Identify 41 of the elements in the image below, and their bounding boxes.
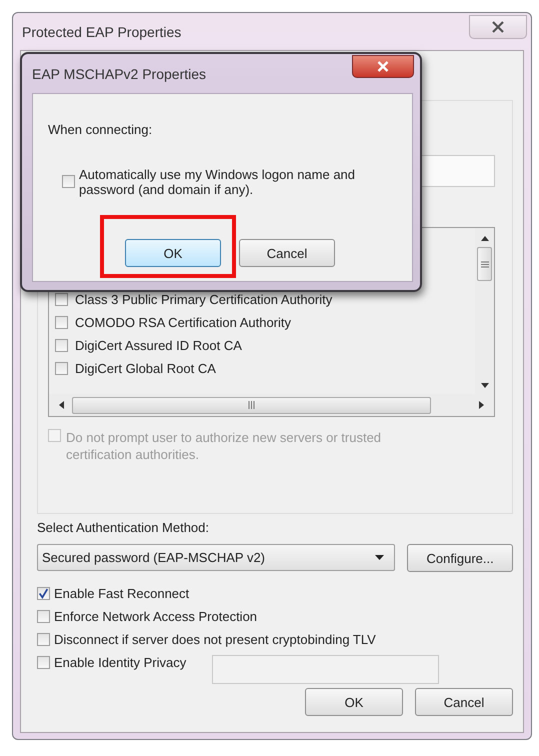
scroll-down-icon[interactable] [480, 383, 488, 388]
close-icon [491, 20, 505, 32]
checkbox-label: Enforce Network Access Protection [54, 609, 258, 624]
grip-icon [248, 401, 255, 409]
close-icon [377, 61, 389, 72]
configure-button[interactable]: Configure... [407, 544, 513, 572]
checkbox[interactable] [62, 175, 75, 188]
dialog-title: EAP MSCHAPv2 Properties [32, 66, 206, 84]
checkbox-label: Do not prompt user to authorize new servers or trusted certification authorities. [66, 429, 382, 463]
close-button[interactable] [352, 55, 414, 78]
authentication-method-label: Select Authentication Method: [37, 520, 210, 535]
certificate-name: DigiCert Assured ID Root CA [75, 338, 242, 353]
checkbox[interactable] [37, 587, 50, 600]
section-label: When connecting: [48, 122, 154, 137]
checkbox[interactable] [37, 656, 50, 669]
close-button[interactable] [469, 14, 527, 38]
checkbox-label: Automatically use my Windows logon name and password (and domain if any). [79, 167, 356, 197]
dialog-button[interactable]: Cancel [239, 239, 335, 267]
scroll-right-icon[interactable] [479, 401, 484, 409]
checkbox[interactable] [55, 362, 68, 375]
authentication-method-dropdown[interactable]: Secured password (EAP-MSCHAP v2) [37, 544, 396, 571]
identity-field[interactable] [212, 655, 440, 684]
checkbox[interactable] [55, 293, 68, 306]
certificate-name: COMODO RSA Certification Authority [75, 315, 292, 330]
scroll-left-icon[interactable] [59, 401, 64, 409]
dialog-button[interactable]: OK [305, 688, 403, 716]
checkbox[interactable] [55, 316, 68, 329]
checkbox-label: Enable Identity Privacy [54, 655, 186, 670]
checkbox[interactable] [37, 610, 50, 623]
scroll-up-icon[interactable] [480, 236, 488, 241]
certificate-name: Class 3 Public Primary Certification Authority [75, 292, 332, 307]
dropdown-arrow-icon [375, 555, 384, 560]
certificate-name: DigiCert Global Root CA [75, 361, 216, 376]
checkbox-label: Disconnect if server does not present cryptobinding TLV [54, 632, 376, 647]
window-title: Protected EAP Properties [22, 24, 182, 40]
checkbox[interactable] [55, 339, 68, 352]
grip-icon [480, 260, 488, 268]
checkbox-label: Enable Fast Reconnect [54, 586, 190, 601]
dialog-button[interactable]: OK [125, 239, 221, 267]
dialog-button[interactable]: Cancel [415, 688, 513, 716]
checkbox[interactable] [37, 633, 50, 646]
